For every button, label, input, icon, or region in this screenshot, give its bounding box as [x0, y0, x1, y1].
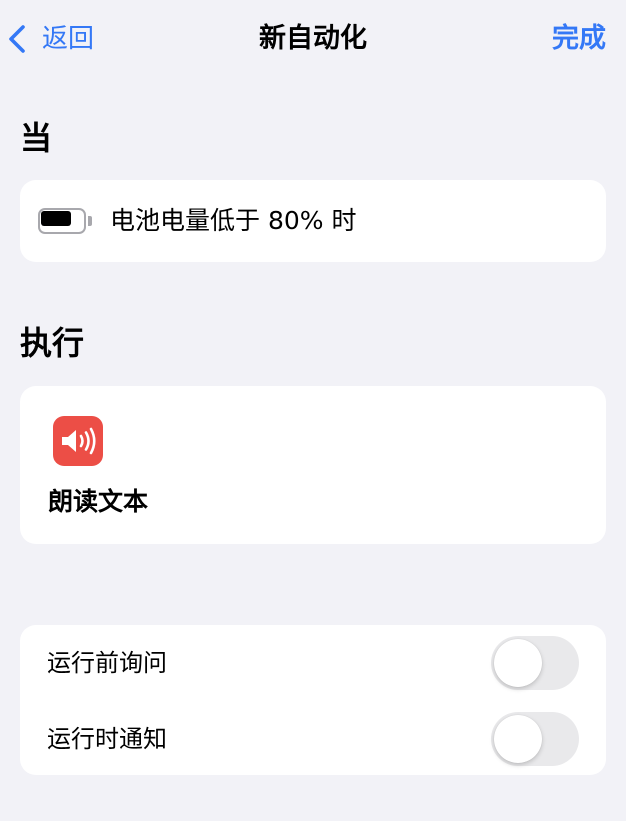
page-title: 新自动化 — [259, 23, 367, 54]
notify-when-run-toggle[interactable] — [491, 712, 579, 766]
toggle-knob — [494, 639, 542, 687]
trigger-section-title: 当 — [20, 119, 53, 157]
option-row-ask-before-running: 运行前询问 — [20, 625, 606, 701]
option-label: 运行时通知 — [47, 725, 167, 753]
navigation-bar: 返回 新自动化 完成 — [0, 0, 626, 78]
battery-icon — [38, 208, 92, 234]
ask-before-running-toggle[interactable] — [491, 636, 579, 690]
done-button[interactable]: 完成 — [552, 20, 606, 58]
toggle-knob — [494, 715, 542, 763]
trigger-card[interactable]: 电池电量低于 80% 时 — [20, 180, 606, 262]
option-row-notify-when-run: 运行时通知 — [20, 701, 606, 777]
speaker-icon — [53, 416, 103, 466]
action-label: 朗读文本 — [48, 487, 149, 516]
action-card[interactable]: 朗读文本 — [20, 386, 606, 544]
action-section-title: 执行 — [20, 324, 85, 362]
options-card: 运行前询问 运行时通知 — [20, 625, 606, 775]
option-label: 运行前询问 — [47, 649, 167, 677]
trigger-text: 电池电量低于 80% 时 — [110, 206, 357, 235]
trigger-row: 电池电量低于 80% 时 — [20, 180, 606, 262]
